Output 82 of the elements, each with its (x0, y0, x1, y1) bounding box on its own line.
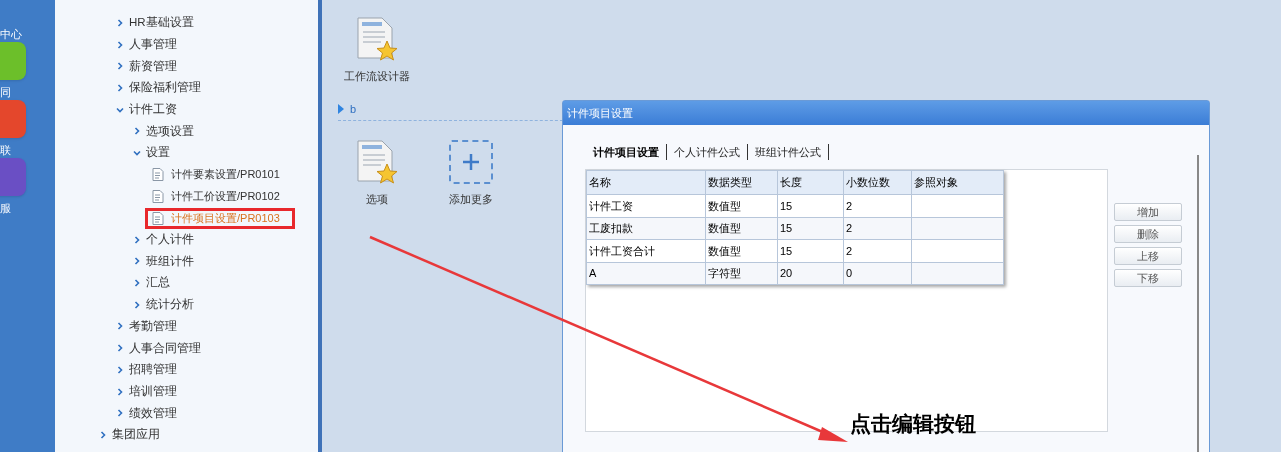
table-cell: 数值型 (708, 199, 741, 212)
table-cell: 15 (780, 244, 793, 257)
document-icon (152, 168, 164, 182)
table-cell: 0 (846, 267, 853, 279)
action-button[interactable]: 上移 (1114, 247, 1182, 265)
tree-item[interactable]: 班组计件 (146, 252, 194, 271)
launcher-label[interactable]: 联 (0, 141, 11, 158)
caret-icon[interactable] (133, 279, 141, 288)
caret-icon[interactable] (116, 105, 124, 114)
table-cell: 数值型 (708, 222, 741, 234)
tree-item[interactable]: 保险福利管理 (129, 79, 201, 97)
action-button[interactable]: 增加 (1114, 203, 1182, 221)
table-cell: 字符型 (708, 267, 741, 279)
table-cell: 2 (846, 199, 853, 212)
table-cell: 2 (846, 244, 853, 257)
caret-icon[interactable] (116, 83, 124, 92)
tree-item[interactable]: 培训管理 (129, 382, 177, 401)
caret-icon[interactable] (116, 322, 124, 331)
tree-item[interactable]: 选项设置 (146, 122, 194, 140)
launcher-label[interactable]: 中心 (0, 25, 22, 42)
table-cell: 15 (780, 222, 793, 234)
tab[interactable]: 个人计件公式 (669, 143, 745, 161)
plus-icon (461, 151, 481, 172)
tree-item[interactable]: 汇总 (146, 274, 170, 292)
tree-item[interactable]: 计件工价设置/PR0102 (171, 188, 280, 205)
table-cell: 计件工资合计 (589, 244, 655, 257)
triangle-icon[interactable] (338, 104, 344, 114)
shortcut-label[interactable]: 选项 (366, 190, 388, 207)
action-button[interactable]: 下移 (1114, 269, 1182, 287)
table-cell: A (589, 267, 597, 279)
shortcut-label[interactable]: 添加更多 (449, 190, 493, 207)
tree-item[interactable]: 设置 (146, 144, 170, 162)
action-button[interactable]: 删除 (1114, 225, 1182, 243)
column-header: 参照对象 (911, 170, 1004, 195)
shortcut-label[interactable]: 工作流设计器 (344, 68, 410, 85)
tree-item[interactable]: 招聘管理 (129, 361, 177, 379)
column-header: 小数位数 (843, 170, 912, 195)
caret-icon[interactable] (116, 40, 124, 49)
tab[interactable]: 计件项目设置 (588, 143, 664, 161)
launcher-label[interactable]: 服 (0, 199, 11, 216)
caret-icon[interactable] (133, 127, 141, 136)
caret-icon[interactable] (116, 409, 124, 418)
table-cell: 数值型 (708, 244, 741, 257)
caret-icon[interactable] (116, 365, 124, 374)
tree-item[interactable]: 考勤管理 (129, 317, 177, 336)
dialog-title: 计件项目设置 (563, 101, 1209, 125)
launcher-label[interactable]: 同 (0, 83, 11, 100)
table-cell: 20 (780, 267, 793, 279)
tree-item[interactable]: 绩效管理 (129, 404, 177, 422)
caret-icon[interactable] (133, 148, 141, 157)
caret-icon[interactable] (133, 257, 141, 266)
column-header: 长度 (777, 170, 844, 195)
tree-item[interactable]: HR基础设置 (129, 14, 194, 32)
caret-icon[interactable] (116, 18, 124, 27)
caret-icon[interactable] (133, 300, 141, 309)
column-header: 数据类型 (705, 170, 778, 195)
document-icon (152, 189, 164, 203)
column-header: 名称 (586, 170, 706, 195)
table-cell: 计件工资 (589, 199, 633, 212)
section-title[interactable]: b (350, 100, 357, 118)
tree-item[interactable]: 个人计件 (146, 231, 194, 249)
tree-item[interactable]: 计件要素设置/PR0101 (171, 166, 280, 183)
tree-item[interactable]: 人事合同管理 (129, 339, 201, 357)
table-cell: 2 (846, 222, 853, 234)
add-tile[interactable] (449, 139, 493, 184)
tree-item[interactable]: 薪资管理 (129, 57, 177, 75)
table-cell: 工废扣款 (589, 222, 633, 234)
tree-item[interactable]: 统计分析 (146, 296, 194, 314)
caret-icon[interactable] (99, 430, 107, 439)
caret-icon[interactable] (116, 387, 124, 396)
table-cell: 15 (780, 199, 793, 212)
caret-icon[interactable] (116, 62, 124, 71)
document-star-icon (355, 16, 399, 62)
tree-item[interactable]: 人事管理 (129, 35, 177, 54)
annotation-text: 点击编辑按钮 (850, 411, 976, 437)
document-star-icon (355, 138, 399, 185)
tab[interactable]: 班组计件公式 (750, 143, 826, 161)
caret-icon[interactable] (133, 235, 141, 244)
tree-item[interactable]: 集团应用 (112, 426, 160, 444)
caret-icon[interactable] (116, 344, 124, 353)
tree-item[interactable]: 计件工资 (129, 100, 177, 119)
document-icon (152, 211, 164, 225)
